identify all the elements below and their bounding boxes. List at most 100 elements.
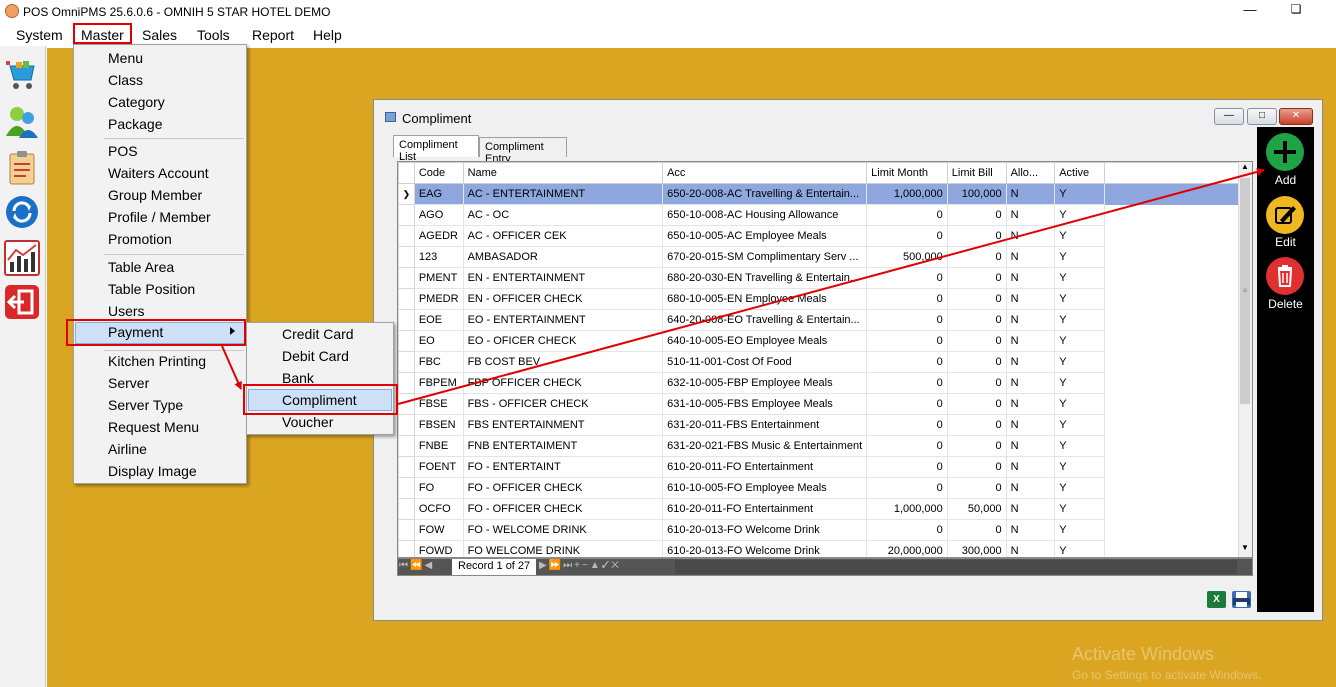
menu-item-menu[interactable]: Menu — [108, 50, 143, 66]
cell-acc[interactable]: 510-11-001-Cost Of Food — [662, 351, 868, 373]
row-header[interactable] — [398, 246, 415, 268]
cell-name[interactable]: EN - OFFICER CHECK — [462, 288, 664, 310]
cell-name[interactable]: EO - OFICER CHECK — [462, 330, 664, 352]
cell-limit-bill[interactable]: 0 — [946, 246, 1007, 268]
table-row[interactable]: FBC FB COST BEV 510-11-001-Cost Of Food 0 0 N… — [398, 351, 1252, 373]
nav-first-prev-buttons[interactable]: ⏮⏪◀ — [399, 560, 451, 574]
column-header-acc[interactable]: Acc — [662, 162, 868, 184]
cell-limit-month[interactable]: 0 — [866, 435, 948, 457]
scroll-up-arrow-icon[interactable]: ▲ — [1238, 162, 1252, 176]
cell-allow[interactable]: N — [1005, 246, 1056, 268]
menu-item-users[interactable]: Users — [108, 303, 145, 319]
compliment-window-titlebar[interactable] — [374, 100, 1322, 130]
cell-code[interactable]: FO — [413, 477, 464, 499]
cell-name[interactable]: FO - WELCOME DRINK — [462, 519, 664, 541]
row-header[interactable] — [398, 267, 415, 289]
row-header[interactable] — [398, 540, 415, 557]
cell-active[interactable]: Y — [1054, 267, 1105, 289]
cell-limit-month[interactable]: 1,000,000 — [866, 498, 948, 520]
cell-limit-bill[interactable]: 0 — [946, 477, 1007, 499]
cell-active[interactable]: Y — [1054, 456, 1105, 478]
cell-active[interactable]: Y — [1054, 246, 1105, 268]
cell-active[interactable]: Y — [1054, 477, 1105, 499]
table-row[interactable]: FO FO - OFFICER CHECK 610-10-005-FO Employ… — [398, 477, 1252, 499]
row-header[interactable] — [398, 519, 415, 541]
cell-allow[interactable]: N — [1005, 204, 1056, 226]
cell-active[interactable]: Y — [1054, 183, 1105, 205]
cell-limit-month[interactable]: 0 — [866, 393, 948, 415]
cell-limit-month[interactable]: 1,000,000 — [866, 183, 948, 205]
row-header[interactable] — [398, 414, 415, 436]
cell-allow[interactable]: N — [1005, 540, 1056, 557]
submenu-item-credit-card[interactable]: Credit Card — [282, 326, 354, 342]
cell-name[interactable]: FO - OFFICER CHECK — [462, 477, 664, 499]
cell-name[interactable]: FO - OFFICER CHECK — [462, 498, 664, 520]
cell-active[interactable]: Y — [1054, 519, 1105, 541]
cell-limit-month[interactable]: 20,000,000 — [866, 540, 948, 557]
table-row[interactable]: 123 AMBASADOR 670-20-015-SM Complimentary … — [398, 246, 1252, 268]
cell-name[interactable]: FBS - OFFICER CHECK — [462, 393, 664, 415]
menu-system[interactable]: System — [16, 27, 63, 43]
cell-acc[interactable]: 632-10-005-FBP Employee Meals — [662, 372, 868, 394]
cell-allow[interactable]: N — [1005, 309, 1056, 331]
submenu-item-debit-card[interactable]: Debit Card — [282, 348, 349, 364]
cell-name[interactable]: AMBASADOR — [462, 246, 664, 268]
menu-item-pos[interactable]: POS — [108, 143, 138, 159]
cell-active[interactable]: Y — [1054, 351, 1105, 373]
tab-compliment-entry[interactable]: Compliment Entry — [479, 137, 567, 165]
cell-acc[interactable]: 680-10-005-EN Employee Meals — [662, 288, 868, 310]
cell-name[interactable]: AC - ENTERTAINMENT — [462, 183, 664, 205]
menu-item-display-image[interactable]: Display Image — [108, 463, 197, 479]
row-header[interactable] — [398, 309, 415, 331]
cell-code[interactable]: FOWD — [413, 540, 464, 557]
current-row-indicator-icon[interactable]: ❯ — [398, 183, 415, 205]
cell-name[interactable]: EO - ENTERTAINMENT — [462, 309, 664, 331]
menu-item-class[interactable]: Class — [108, 72, 143, 88]
cell-allow[interactable]: N — [1005, 456, 1056, 478]
cell-acc[interactable]: 610-20-013-FO Welcome Drink — [662, 540, 868, 557]
print-icon[interactable] — [1232, 591, 1251, 608]
cell-code[interactable]: AGO — [413, 204, 464, 226]
cell-limit-month[interactable]: 0 — [866, 267, 948, 289]
cell-allow[interactable]: N — [1005, 498, 1056, 520]
cell-limit-bill[interactable]: 0 — [946, 267, 1007, 289]
cell-limit-bill[interactable]: 100,000 — [946, 183, 1007, 205]
row-header[interactable] — [398, 456, 415, 478]
cell-active[interactable]: Y — [1054, 393, 1105, 415]
tab-compliment-list[interactable]: Compliment List — [393, 135, 479, 163]
menu-item-table-position[interactable]: Table Position — [108, 281, 195, 297]
cell-acc[interactable]: 631-20-021-FBS Music & Entertainment — [662, 435, 868, 457]
cell-name[interactable]: FO WELCOME DRINK — [462, 540, 664, 557]
cell-allow[interactable]: N — [1005, 351, 1056, 373]
cell-limit-bill[interactable]: 0 — [946, 393, 1007, 415]
cell-limit-month[interactable]: 0 — [866, 225, 948, 247]
users-icon[interactable] — [4, 104, 40, 140]
cell-name[interactable]: FB COST BEV — [462, 351, 664, 373]
menu-help[interactable]: Help — [313, 27, 342, 43]
row-header[interactable] — [398, 477, 415, 499]
table-row[interactable]: PMENT EN - ENTERTAINMENT 680-20-030-EN Tra… — [398, 267, 1252, 289]
cell-limit-bill[interactable]: 0 — [946, 309, 1007, 331]
cell-limit-bill[interactable]: 0 — [946, 414, 1007, 436]
table-row[interactable]: AGEDR AC - OFFICER CEK 650-10-005-AC Emplo… — [398, 225, 1252, 247]
cell-limit-bill[interactable]: 0 — [946, 351, 1007, 373]
menu-item-table-area[interactable]: Table Area — [108, 259, 174, 275]
cell-acc[interactable]: 640-10-005-EO Employee Meals — [662, 330, 868, 352]
table-row[interactable]: FOENT FO - ENTERTAINT 610-20-011-FO Entert… — [398, 456, 1252, 478]
cell-limit-bill[interactable]: 0 — [946, 519, 1007, 541]
window-restore-button[interactable]: ❏ — [1286, 2, 1306, 20]
chart-report-icon[interactable] — [4, 240, 40, 276]
cell-acc[interactable]: 610-20-011-FO Entertainment — [662, 456, 868, 478]
table-row[interactable]: ❯ EAG AC - ENTERTAINMENT 650-20-008-AC Trav… — [398, 183, 1252, 205]
cell-name[interactable]: AC - OFFICER CEK — [462, 225, 664, 247]
grid-horizontal-scrollbar[interactable] — [675, 560, 1237, 574]
compliment-minimize-button[interactable]: — — [1214, 108, 1244, 125]
menu-item-kitchen-printing[interactable]: Kitchen Printing — [108, 353, 206, 369]
edit-button[interactable] — [1266, 196, 1304, 234]
cell-allow[interactable]: N — [1005, 414, 1056, 436]
menu-item-category[interactable]: Category — [108, 94, 165, 110]
cell-code[interactable]: FNBE — [413, 435, 464, 457]
cell-limit-month[interactable]: 0 — [866, 330, 948, 352]
column-header-name[interactable]: Name — [462, 162, 664, 184]
cell-acc[interactable]: 610-20-011-FO Entertainment — [662, 498, 868, 520]
